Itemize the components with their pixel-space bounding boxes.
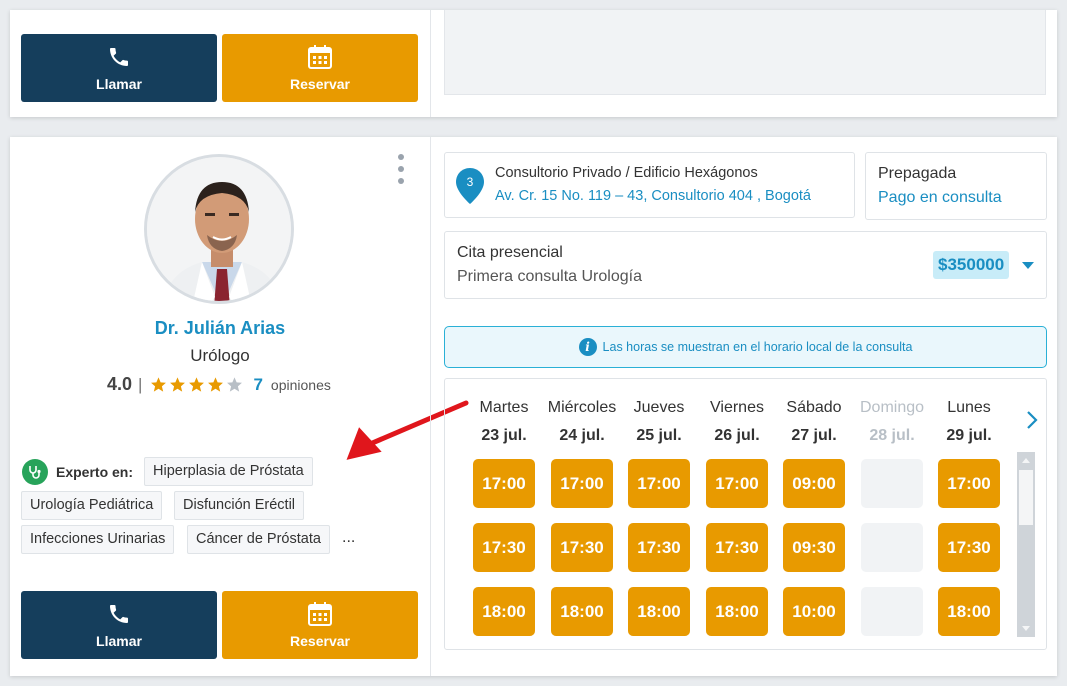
payment-subtitle[interactable]: Pago en consulta (878, 189, 1002, 207)
empty-slot (861, 459, 923, 508)
rating-stars (150, 376, 243, 393)
star-icon (151, 377, 167, 392)
time-slot-button[interactable]: 18:00 (628, 587, 690, 636)
rating-summary: 4.0 | 7 opiniones (107, 374, 331, 395)
day-name: Domingo (859, 399, 925, 416)
map-pin-icon: 3 (456, 168, 484, 204)
call-button[interactable]: Llamar (21, 591, 217, 659)
day-date: 26 jul. (714, 427, 760, 444)
day-name: Martes (479, 399, 529, 416)
day-date: 28 jul. (869, 427, 915, 444)
time-slot-button[interactable]: 17:30 (551, 523, 613, 572)
call-button-label: Llamar (96, 633, 142, 649)
payment-selector[interactable]: Prepagada Pago en consulta (865, 152, 1047, 220)
time-slot-button[interactable]: 17:30 (706, 523, 768, 572)
call-button[interactable]: Llamar (21, 34, 217, 102)
expertise-tag[interactable]: Hiperplasia de Próstata (144, 457, 313, 486)
time-slot-button[interactable]: 17:30 (473, 523, 535, 572)
time-slot-button[interactable]: 18:00 (938, 587, 1000, 636)
map-placeholder (444, 10, 1046, 95)
payment-title: Prepagada (878, 165, 957, 182)
day-name: Lunes (947, 399, 991, 416)
more-options-icon[interactable] (396, 154, 406, 184)
location-title: Consultorio Privado / Edificio Hexágonos (495, 165, 758, 181)
empty-slot (861, 587, 923, 636)
call-button-label: Llamar (96, 76, 142, 92)
time-slot-button[interactable]: 10:00 (783, 587, 845, 636)
card-divider (430, 137, 431, 676)
expertise-heading: Experto en: (22, 459, 133, 485)
day-name: Viernes (710, 399, 764, 416)
star-icon (208, 377, 224, 392)
visit-type-selector[interactable]: Cita presencial Primera consulta Urologí… (444, 231, 1047, 299)
day-date: 24 jul. (559, 427, 605, 444)
day-name: Jueves (633, 399, 685, 416)
doctor-avatar[interactable] (144, 154, 294, 304)
info-icon: i (578, 338, 597, 356)
scroll-down-icon[interactable] (1022, 626, 1030, 631)
time-slot-button[interactable]: 17:00 (706, 459, 768, 508)
scrollbar-thumb[interactable] (1019, 470, 1033, 525)
time-slot-button[interactable]: 17:00 (473, 459, 535, 508)
expertise-tag[interactable]: Urología Pediátrica (21, 491, 163, 520)
chevron-down-icon[interactable] (1022, 262, 1034, 269)
book-button[interactable]: Reservar (222, 34, 418, 102)
time-slot-button[interactable]: 18:00 (473, 587, 535, 636)
reviews-label[interactable]: opiniones (271, 377, 331, 393)
day-name: Sábado (786, 399, 842, 416)
rating-score: 4.0 (107, 374, 133, 394)
doctor-card: Dr. Julián Arias Urólogo 4.0 | 7 opinion… (10, 137, 1057, 676)
visit-type: Cita presencial (457, 244, 563, 261)
star-icon (189, 377, 205, 392)
time-slot-button[interactable]: 17:00 (938, 459, 1000, 508)
phone-icon (110, 48, 128, 66)
time-slot-button[interactable]: 09:30 (783, 523, 845, 572)
visit-price: $350000 (933, 251, 1010, 279)
doctor-photo (147, 157, 291, 301)
day-date: 29 jul. (946, 427, 992, 444)
time-slot-button[interactable]: 18:00 (706, 587, 768, 636)
scroll-up-icon[interactable] (1022, 458, 1030, 463)
star-empty-icon (227, 377, 243, 392)
rating-separator: | (138, 374, 143, 394)
time-slot-button[interactable]: 17:30 (938, 523, 1000, 572)
star-icon (170, 377, 186, 392)
calendar-icon (308, 602, 332, 626)
location-selector[interactable]: 3 Consultorio Privado / Edificio Hexágon… (444, 152, 855, 218)
visit-reason: Primera consulta Urología (457, 268, 642, 285)
day-date: 23 jul. (481, 427, 527, 444)
expertise-tag[interactable]: Disfunción Eréctil (174, 491, 305, 520)
day-name: Miércoles (547, 399, 617, 416)
expertise-tag[interactable]: Cáncer de Próstata (187, 525, 330, 554)
chevron-right-icon[interactable] (1025, 409, 1039, 431)
map-pin-number: 3 (467, 175, 474, 189)
book-button[interactable]: Reservar (222, 591, 418, 659)
more-tags-ellipsis[interactable]: ... (342, 529, 355, 547)
previous-doctor-card: Llamar Reservar (10, 10, 1057, 117)
reviews-count[interactable]: 7 (253, 375, 262, 395)
stethoscope-icon (22, 459, 48, 485)
slots-scrollbar[interactable] (1017, 452, 1035, 637)
timezone-info-banner: i Las horas se muestran en el horario lo… (444, 326, 1047, 368)
card-divider (430, 10, 431, 117)
day-date: 25 jul. (636, 427, 682, 444)
time-slot-button[interactable]: 17:00 (551, 459, 613, 508)
time-slot-button[interactable]: 17:00 (628, 459, 690, 508)
location-address[interactable]: Av. Cr. 15 No. 119 – 43, Consultorio 404… (495, 188, 811, 204)
doctor-name[interactable]: Dr. Julián Arias (10, 318, 430, 339)
phone-icon (110, 605, 128, 623)
timezone-info-text: Las horas se muestran en el horario loca… (602, 340, 913, 354)
day-date: 27 jul. (791, 427, 837, 444)
empty-slot (861, 523, 923, 572)
calendar-icon (308, 45, 332, 69)
time-slot-button[interactable]: 18:00 (551, 587, 613, 636)
expertise-tag[interactable]: Infecciones Urinarias (21, 525, 175, 554)
book-button-label: Reservar (290, 76, 350, 92)
expertise-label: Experto en: (56, 464, 134, 480)
time-slot-button[interactable]: 09:00 (783, 459, 845, 508)
doctor-specialty: Urólogo (190, 346, 250, 365)
availability-calendar: Martes 23 jul. 17:00 17:30 18:00 Miércol… (444, 378, 1047, 650)
book-button-label: Reservar (290, 633, 350, 649)
time-slot-button[interactable]: 17:30 (628, 523, 690, 572)
